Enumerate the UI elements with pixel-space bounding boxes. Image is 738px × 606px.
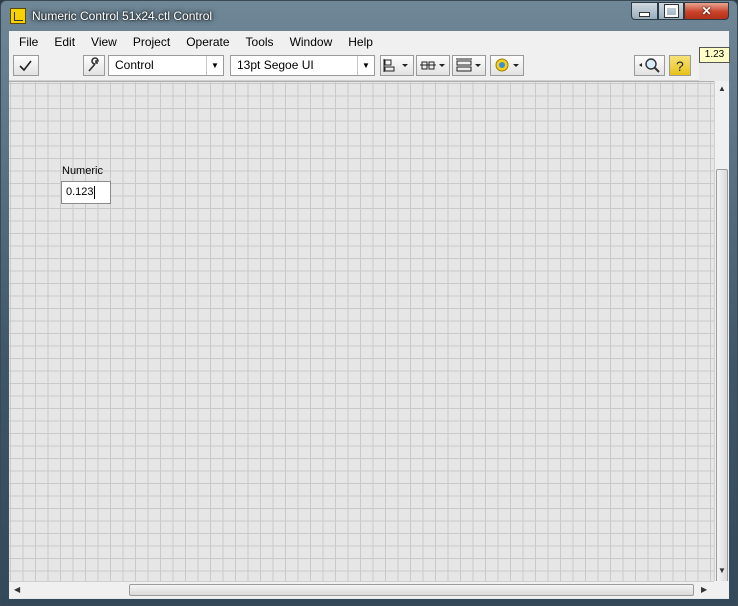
mode-select-value: Control xyxy=(115,58,154,72)
svg-text:?: ? xyxy=(676,58,684,74)
font-select[interactable]: 13pt Segoe UI ▼ xyxy=(230,55,375,76)
text-caret xyxy=(93,185,95,199)
vertical-scroll-thumb[interactable] xyxy=(716,169,728,589)
menu-bar: File Edit View Project Operate Tools Win… xyxy=(9,31,729,53)
reorder-button[interactable] xyxy=(490,55,524,76)
horizontal-scroll-thumb[interactable] xyxy=(129,584,694,596)
menu-edit[interactable]: Edit xyxy=(45,31,82,53)
toolbar: Control ▼ 13pt Segoe UI ▼ ? xyxy=(9,53,699,81)
help-icon: ? xyxy=(676,58,684,74)
client-area: File Edit View Project Operate Tools Win… xyxy=(9,31,730,599)
menu-project[interactable]: Project xyxy=(124,31,177,53)
numeric-control-label: Numeric xyxy=(62,165,103,177)
search-button[interactable] xyxy=(634,55,665,76)
menu-window[interactable]: Window xyxy=(281,31,340,53)
scroll-right-icon[interactable]: ▶ xyxy=(701,585,707,594)
menu-file[interactable]: File xyxy=(9,31,45,53)
control-type-indicator: 1.23 xyxy=(699,47,730,63)
mode-select[interactable]: Control ▼ xyxy=(108,55,224,76)
menu-tools[interactable]: Tools xyxy=(237,31,281,53)
numeric-control[interactable]: 0.123 xyxy=(61,181,111,204)
minimize-icon xyxy=(639,11,650,17)
align-objects-button[interactable] xyxy=(380,55,414,76)
labview-app-icon[interactable] xyxy=(10,8,26,24)
search-icon xyxy=(639,58,660,73)
checkmark-icon xyxy=(19,60,32,72)
resize-objects-button[interactable] xyxy=(452,55,486,76)
minimize-button[interactable] xyxy=(631,2,658,20)
scroll-up-icon[interactable]: ▲ xyxy=(718,84,726,93)
close-icon: ✕ xyxy=(701,4,712,18)
scroll-left-icon[interactable]: ◀ xyxy=(14,585,20,594)
distribute-objects-icon xyxy=(420,61,445,70)
title-bar[interactable]: Numeric Control 51x24.ctl Control ✕ xyxy=(1,1,737,31)
chevron-down-icon: ▼ xyxy=(206,56,223,75)
font-select-value: 13pt Segoe UI xyxy=(237,58,314,72)
customize-mode-button[interactable] xyxy=(83,55,105,76)
context-help-button[interactable]: ? xyxy=(669,55,691,76)
editor-window: Numeric Control 51x24.ctl Control ✕ File… xyxy=(0,0,738,606)
scroll-down-icon[interactable]: ▼ xyxy=(718,566,726,575)
close-button[interactable]: ✕ xyxy=(684,2,729,20)
apply-changes-button[interactable] xyxy=(13,55,39,76)
chevron-down-icon: ▼ xyxy=(357,56,374,75)
menu-view[interactable]: View xyxy=(82,31,124,53)
wrench-icon xyxy=(88,57,99,72)
align-objects-icon xyxy=(383,59,408,72)
reorder-icon xyxy=(495,58,519,72)
distribute-objects-button[interactable] xyxy=(416,55,450,76)
maximize-icon xyxy=(663,4,679,18)
horizontal-scrollbar[interactable]: ◀ ▶ xyxy=(9,581,714,598)
vertical-scrollbar[interactable]: ▲ ▼ xyxy=(714,81,729,589)
resize-objects-icon xyxy=(456,58,481,72)
maximize-button[interactable] xyxy=(658,2,684,20)
menu-help[interactable]: Help xyxy=(339,31,380,53)
menu-operate[interactable]: Operate xyxy=(177,31,236,53)
window-title: Numeric Control 51x24.ctl Control xyxy=(32,9,213,23)
front-panel-canvas[interactable]: Numeric 0.123 xyxy=(9,81,714,582)
numeric-control-value: 0.123 xyxy=(66,186,94,198)
scrollbar-corner xyxy=(714,581,729,598)
